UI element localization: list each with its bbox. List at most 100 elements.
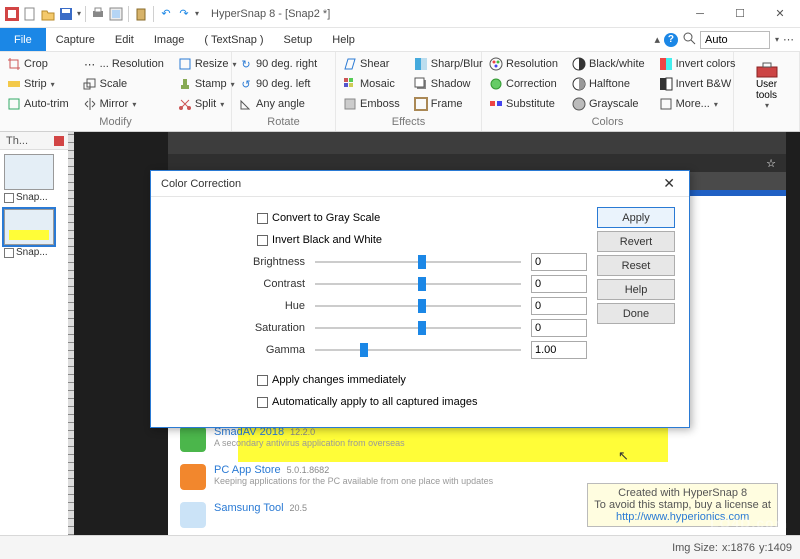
- pin-icon[interactable]: [54, 136, 64, 146]
- scale-button[interactable]: Scale: [80, 74, 167, 94]
- dialog-close-button[interactable]: ✕: [659, 175, 679, 192]
- shear-icon: [343, 57, 357, 71]
- brightness-label: Brightness: [165, 256, 315, 268]
- crop-button[interactable]: Crop: [4, 54, 72, 74]
- status-img-size: Img Size:: [672, 542, 718, 554]
- invert-icon: [659, 57, 673, 71]
- file-menu[interactable]: File: [0, 28, 46, 51]
- brightness-value[interactable]: 0: [531, 253, 587, 271]
- gray-scale-checkbox[interactable]: [257, 213, 268, 224]
- maximize-button[interactable]: ☐: [720, 0, 760, 28]
- new-icon[interactable]: [22, 6, 38, 22]
- effects-group-label: Effects: [340, 115, 477, 131]
- app-icon-samsung: [180, 502, 206, 528]
- gamma-value[interactable]: 1.00: [531, 341, 587, 359]
- invert-colors-button[interactable]: Invert colors: [656, 54, 739, 74]
- minimize-button[interactable]: ─: [680, 0, 720, 28]
- mosaic-button[interactable]: Mosaic: [340, 74, 403, 94]
- search-icon[interactable]: [682, 31, 696, 48]
- apply-button[interactable]: Apply: [597, 207, 675, 228]
- halftone-button[interactable]: Halftone: [569, 74, 648, 94]
- help-menu[interactable]: Help: [322, 28, 365, 51]
- print-icon[interactable]: [90, 6, 106, 22]
- reset-button[interactable]: Reset: [597, 255, 675, 276]
- black-white-button[interactable]: Black/white: [569, 54, 648, 74]
- rotate-any-button[interactable]: Any angle: [236, 94, 320, 114]
- print-preview-icon[interactable]: [108, 6, 124, 22]
- resize-icon: [178, 57, 192, 71]
- grayscale-button[interactable]: Grayscale: [569, 94, 648, 114]
- thumbnail-item[interactable]: Snap...: [4, 209, 64, 258]
- mirror-button[interactable]: Mirror▾: [80, 94, 167, 114]
- substitute-button[interactable]: Substitute: [486, 94, 561, 114]
- invert-bw-label: Invert Black and White: [272, 234, 382, 246]
- color-resolution-button[interactable]: Resolution: [486, 54, 561, 74]
- saturation-slider[interactable]: [315, 321, 521, 335]
- clipboard-icon[interactable]: [133, 6, 149, 22]
- setup-menu[interactable]: Setup: [274, 28, 323, 51]
- undo-icon[interactable]: ↶: [158, 6, 174, 22]
- gray-scale-label: Convert to Gray Scale: [272, 212, 380, 224]
- cursor-icon: ↖: [618, 448, 629, 464]
- image-menu[interactable]: Image: [144, 28, 195, 51]
- zoom-select[interactable]: Auto: [700, 31, 770, 49]
- close-button[interactable]: ✕: [760, 0, 800, 28]
- help-icon[interactable]: ?: [664, 33, 678, 47]
- saturation-label: Saturation: [165, 322, 315, 334]
- stamp-button[interactable]: Stamp▾: [175, 74, 240, 94]
- strip-button[interactable]: Strip▾: [4, 74, 72, 94]
- bookmark-star-icon: ☆: [766, 157, 776, 170]
- save-dropdown-icon[interactable]: ▾: [77, 9, 81, 18]
- thumbs-tab[interactable]: Th...: [0, 135, 34, 147]
- rotate-right-button[interactable]: ↻90 deg. right: [236, 54, 320, 74]
- invert-bw-checkbox[interactable]: [257, 235, 268, 246]
- thumbnail-item[interactable]: Snap...: [4, 154, 64, 203]
- invert-bw-button[interactable]: Invert B&W: [656, 74, 739, 94]
- textsnap-menu[interactable]: ( TextSnap ): [194, 28, 273, 51]
- rotate-right-icon: ↻: [239, 57, 253, 71]
- saturation-value[interactable]: 0: [531, 319, 587, 337]
- frame-button[interactable]: Frame: [411, 94, 486, 114]
- apply-all-label: Automatically apply to all captured imag…: [272, 396, 477, 408]
- sharp-blur-button[interactable]: Sharp/Blur: [411, 54, 486, 74]
- save-icon[interactable]: [58, 6, 74, 22]
- app-icon-smadav: [180, 426, 206, 452]
- apply-immediately-checkbox[interactable]: [257, 375, 268, 386]
- qat-menu-icon[interactable]: ▾: [195, 9, 199, 18]
- thumb-checkbox[interactable]: [4, 248, 14, 258]
- auto-trim-button[interactable]: Auto-trim: [4, 94, 72, 114]
- shear-button[interactable]: Shear: [340, 54, 403, 74]
- brightness-slider[interactable]: [315, 255, 521, 269]
- gamma-label: Gamma: [165, 344, 315, 356]
- redo-icon[interactable]: ↷: [176, 6, 192, 22]
- edit-menu[interactable]: Edit: [105, 28, 144, 51]
- resize-button[interactable]: Resize▾: [175, 54, 240, 74]
- capture-menu[interactable]: Capture: [46, 28, 105, 51]
- color-correction-dialog: Color Correction ✕ Apply Revert Reset He…: [150, 170, 690, 428]
- help-button[interactable]: Help: [597, 279, 675, 300]
- contrast-value[interactable]: 0: [531, 275, 587, 293]
- contrast-slider[interactable]: [315, 277, 521, 291]
- apply-all-checkbox[interactable]: [257, 397, 268, 408]
- resolution-button[interactable]: ⋯... Resolution: [80, 54, 167, 74]
- open-icon[interactable]: [40, 6, 56, 22]
- revert-button[interactable]: Revert: [597, 231, 675, 252]
- ribbon-min-icon[interactable]: ▴: [654, 33, 660, 46]
- hue-value[interactable]: 0: [531, 297, 587, 315]
- emboss-button[interactable]: Emboss: [340, 94, 403, 114]
- zoom-dropdown-icon[interactable]: ▾: [775, 35, 779, 44]
- toolbox-icon: [755, 59, 779, 79]
- correction-button[interactable]: Correction: [486, 74, 561, 94]
- shadow-button[interactable]: Shadow: [411, 74, 486, 94]
- more-colors-button[interactable]: More...▾: [656, 94, 739, 114]
- split-button[interactable]: Split▾: [175, 94, 240, 114]
- status-x: x:1876: [722, 542, 755, 554]
- zoom-menu-icon[interactable]: ⋯: [783, 33, 794, 46]
- user-tools-button[interactable]: User tools▾: [744, 54, 790, 115]
- rotate-left-button[interactable]: ↺90 deg. left: [236, 74, 320, 94]
- gamma-slider[interactable]: [315, 343, 521, 357]
- thumb-checkbox[interactable]: [4, 193, 14, 203]
- hue-slider[interactable]: [315, 299, 521, 313]
- done-button[interactable]: Done: [597, 303, 675, 324]
- bw-icon: [572, 57, 586, 71]
